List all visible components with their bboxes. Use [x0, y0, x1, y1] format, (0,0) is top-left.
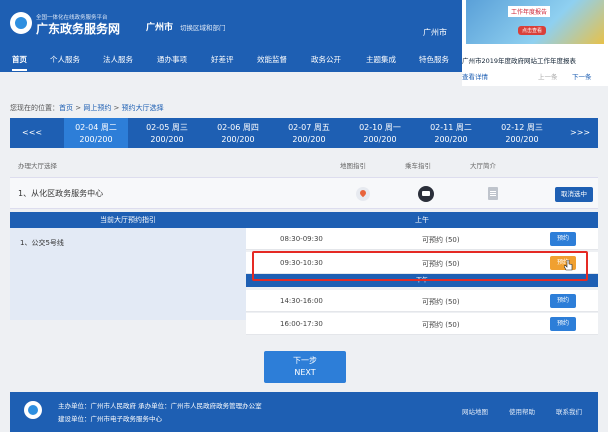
date-tab[interactable]: 02-07 周五 200/200 — [277, 118, 341, 148]
breadcrumb-home[interactable]: 首页 — [59, 104, 73, 112]
morning-header: 上午 — [246, 212, 598, 228]
promo-banner-button[interactable]: 点击查看 — [518, 26, 547, 35]
promo-title[interactable]: 广州市2019年度政府网站工作年度报表 — [462, 55, 576, 65]
document-icon[interactable] — [488, 187, 498, 200]
logo-title[interactable]: 广东政务服务网 — [36, 20, 120, 37]
next-label-en: NEXT — [294, 368, 316, 377]
hall-list-header: 办理大厅选择 地图指引 乘车指引 大厅简介 — [10, 158, 598, 172]
hall-name: 1、从化区政务服务中心 — [18, 189, 104, 198]
promo-detail-link[interactable]: 查看详情 — [462, 71, 488, 81]
breadcrumb-sep: > — [111, 104, 122, 112]
city-label: 广州市 — [423, 28, 447, 37]
footer-sponsor: 主办单位：广州市人民政府 承办单位：广州市人民政府政务管理办公室 — [58, 402, 262, 410]
date-tab[interactable]: 02-11 周二 200/200 — [419, 118, 483, 148]
date-tab[interactable]: 02-06 周四 200/200 — [206, 118, 270, 148]
date-tab-count: 200/200 — [150, 135, 184, 144]
col-intro: 大厅简介 — [470, 162, 496, 170]
nav-item-themes[interactable]: 主题集成 — [366, 54, 396, 65]
guide-title: 当前大厅预约指引 — [10, 212, 246, 228]
col-map: 地图指引 — [340, 162, 366, 170]
date-tab-count: 200/200 — [505, 135, 539, 144]
date-tab-day: 02-10 周一 — [359, 123, 401, 132]
nav-item-special[interactable]: 特色服务 — [419, 54, 449, 65]
breadcrumb-prefix: 您现在的位置： — [10, 104, 59, 112]
time-slot: 16:00-17:30 可预约 (50) 预约 — [246, 313, 598, 335]
date-tab[interactable]: 02-10 周一 200/200 — [348, 118, 412, 148]
time-slot: 08:30-09:30 可预约 (50) 预约 — [246, 228, 598, 250]
nav-item-personal[interactable]: 个人服务 — [50, 54, 80, 65]
date-tab-count: 200/200 — [434, 135, 468, 144]
next-dates-arrow-icon[interactable]: >>> — [570, 128, 590, 137]
col-hall: 办理大厅选择 — [18, 162, 57, 170]
col-bus: 乘车指引 — [405, 162, 431, 170]
promo-next-link[interactable]: 下一条 — [572, 71, 592, 81]
date-tab-count: 200/200 — [292, 135, 326, 144]
date-tab[interactable]: 02-05 周三 200/200 — [135, 118, 199, 148]
slot-availability: 可预约 (50) — [422, 236, 460, 244]
date-tab[interactable]: 02-12 周三 200/200 — [490, 118, 554, 148]
time-slot: 14:30-16:00 可预约 (50) 预约 — [246, 290, 598, 312]
footer-link-sitemap[interactable]: 网站地图 — [462, 406, 488, 416]
nav-item-rating[interactable]: 好差评 — [211, 54, 234, 65]
date-tab-count: 200/200 — [79, 135, 113, 144]
breadcrumb-current: 预约大厅选择 — [121, 104, 164, 112]
book-button[interactable]: 预约 — [550, 232, 576, 246]
book-button[interactable]: 预约 — [550, 294, 576, 308]
site-logo-icon[interactable] — [10, 12, 32, 34]
map-pin-icon[interactable] — [356, 187, 370, 201]
prev-dates-arrow-icon[interactable]: <<< — [22, 128, 42, 137]
footer-link-help[interactable]: 使用帮助 — [509, 406, 535, 416]
date-tab-count: 200/200 — [363, 135, 397, 144]
promo-prev-link[interactable]: 上一条 — [538, 71, 558, 81]
date-tab[interactable]: 02-04 周二 200/200 — [64, 118, 128, 148]
next-label-cn: 下一步 — [293, 356, 317, 365]
promo-banner-image[interactable]: 工作年度报告 点击查看 — [466, 0, 604, 44]
guide-line: 1、公交5号线 — [20, 239, 64, 247]
footer-logo-icon — [24, 401, 42, 419]
current-city: 广州市 — [146, 23, 174, 33]
switch-region-link[interactable]: 切换区域和部门 — [180, 22, 226, 32]
footer-link-contact[interactable]: 联系我们 — [556, 406, 582, 416]
guide-panel: 1、公交5号线 — [10, 228, 246, 320]
slot-time: 16:00-17:30 — [280, 320, 323, 328]
hall-row[interactable]: 1、从化区政务服务中心 取消选中 — [10, 177, 598, 209]
bus-icon[interactable] — [418, 186, 434, 202]
main-nav: 首页 个人服务 法人服务 通办事项 好差评 效能监督 政务公开 主题集成 特色服… — [0, 46, 462, 72]
annotation-highlight-box — [252, 251, 588, 281]
slot-availability: 可预约 (50) — [422, 298, 460, 306]
breadcrumb-online-booking[interactable]: 网上预约 — [83, 104, 111, 112]
nav-item-home[interactable]: 首页 — [12, 54, 27, 71]
date-selector: <<< 02-04 周二 200/200 02-05 周三 200/200 02… — [10, 118, 598, 148]
cancel-selection-button[interactable]: 取消选中 — [555, 187, 593, 202]
nav-item-supervision[interactable]: 效能监督 — [257, 54, 287, 65]
next-step-button[interactable]: 下一步 NEXT — [264, 351, 346, 383]
date-tab-day: 02-04 周二 — [75, 123, 117, 132]
site-footer: 主办单位：广州市人民政府 承办单位：广州市人民政府政务管理办公室 建设单位：广州… — [10, 392, 598, 432]
promo-panel: 工作年度报告 点击查看 广州市2019年度政府网站工作年度报表 查看详情 上一条… — [462, 0, 608, 86]
footer-builder: 建设单位：广州市电子政务服务中心 — [58, 415, 162, 423]
nav-item-disclosure[interactable]: 政务公开 — [311, 54, 341, 65]
nav-item-corporate[interactable]: 法人服务 — [103, 54, 133, 65]
slot-availability: 可预约 (50) — [422, 321, 460, 329]
slot-time: 08:30-09:30 — [280, 235, 323, 243]
nav-item-universal[interactable]: 通办事项 — [157, 54, 187, 65]
date-tab-day: 02-11 周二 — [430, 123, 472, 132]
date-tab-day: 02-06 周四 — [217, 123, 259, 132]
book-button[interactable]: 预约 — [550, 317, 576, 331]
promo-banner-text: 工作年度报告 — [508, 6, 551, 17]
breadcrumb: 您现在的位置：首页 > 网上预约 > 预约大厅选择 — [10, 103, 164, 113]
date-tab-day: 02-05 周三 — [146, 123, 188, 132]
date-tab-day: 02-07 周五 — [288, 123, 330, 132]
date-tab-day: 02-12 周三 — [501, 123, 543, 132]
slot-time: 14:30-16:00 — [280, 297, 323, 305]
date-tab-count: 200/200 — [221, 135, 255, 144]
breadcrumb-sep: > — [73, 104, 84, 112]
